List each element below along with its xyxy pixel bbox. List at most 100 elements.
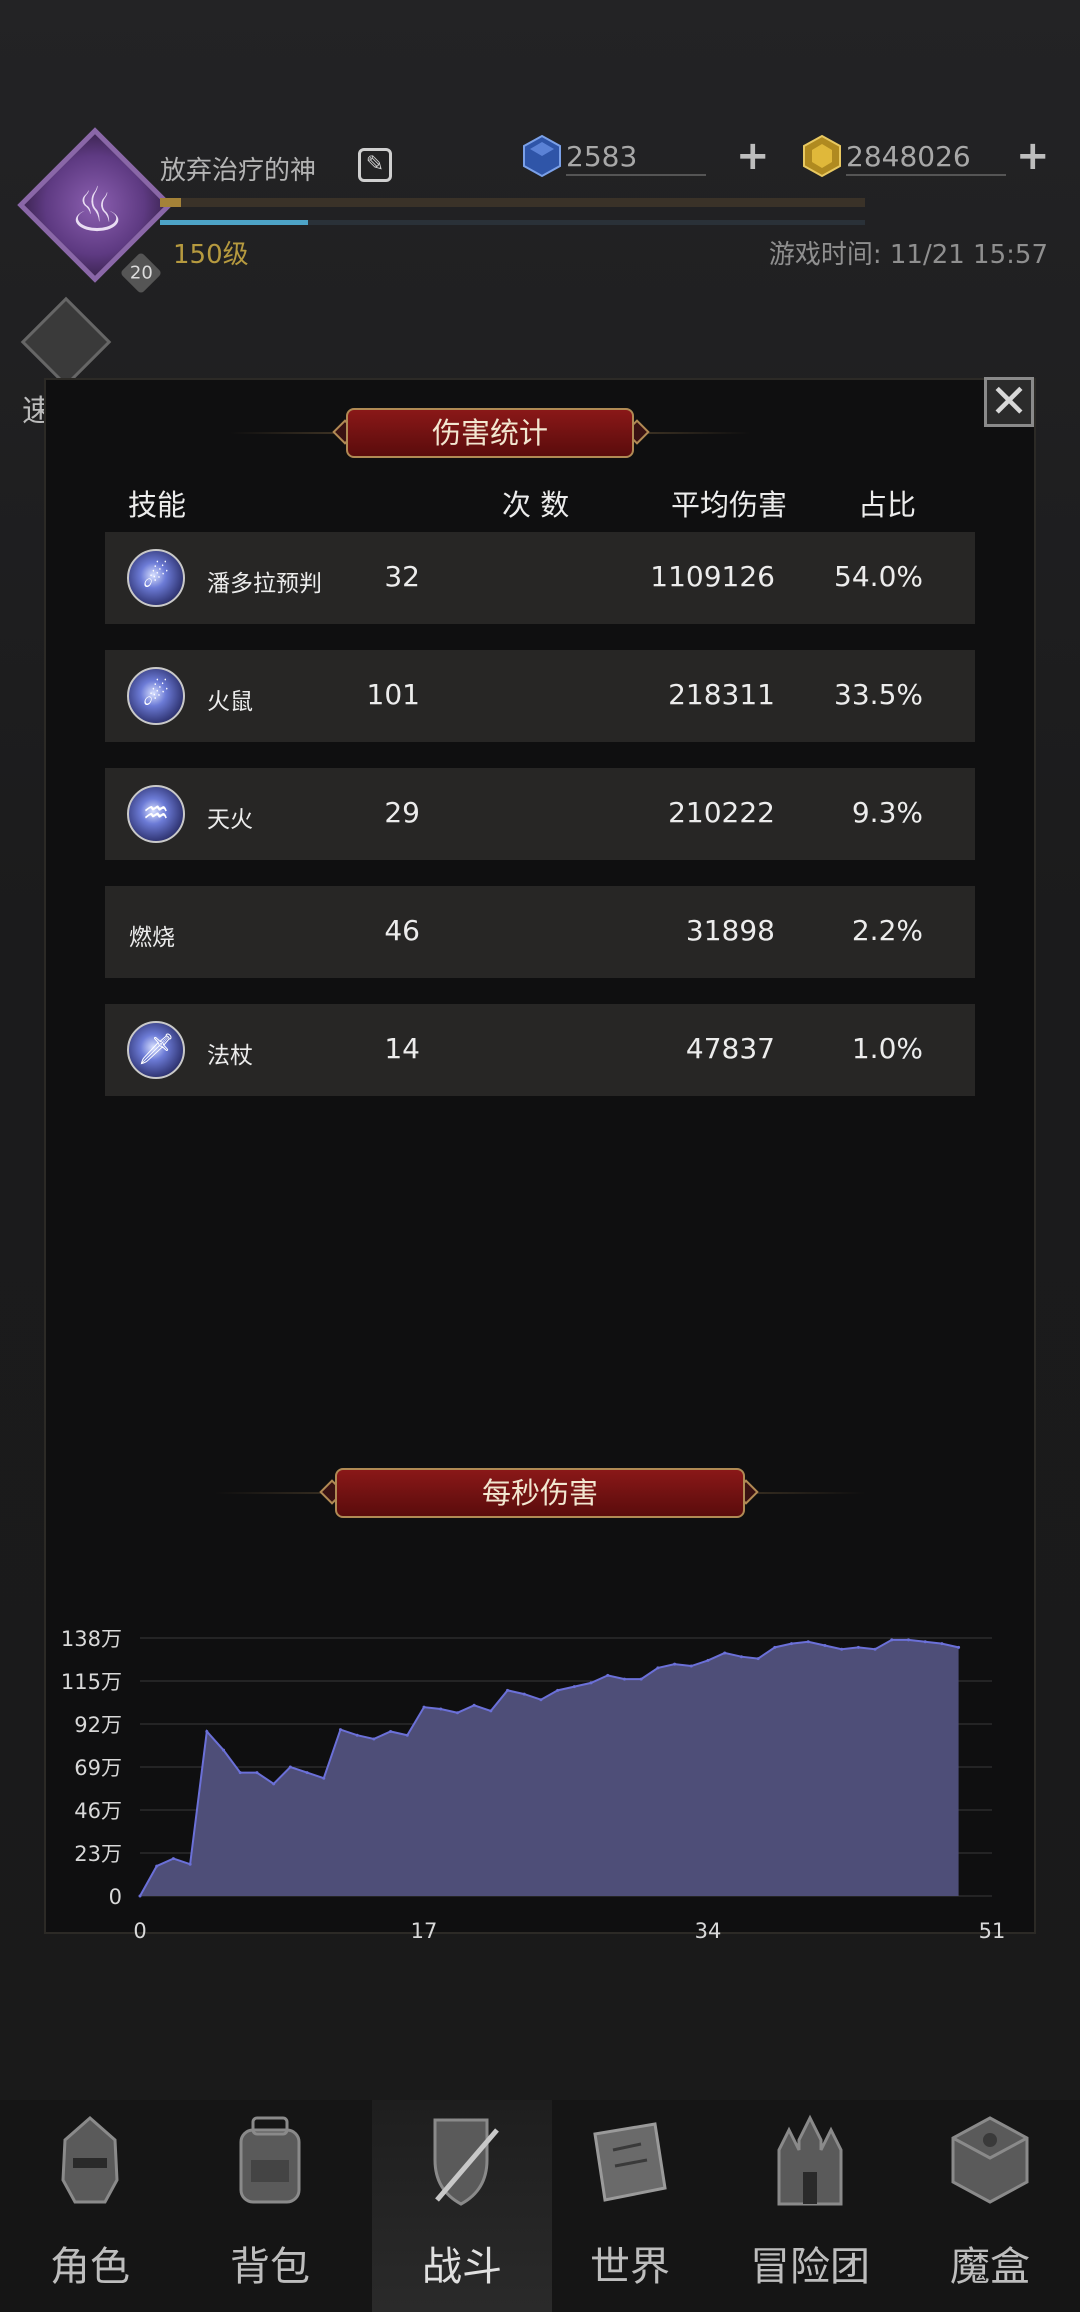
dps-point (305, 1771, 309, 1775)
skill-share: 33.5% (834, 678, 923, 711)
dps-point (622, 1677, 626, 1681)
dps-point (272, 1782, 276, 1786)
dps-chart: 0 23万 46万 69万 92万 115万 138万 0 17 34 51 (40, 1600, 1020, 1950)
xp-bar-fill (160, 198, 182, 207)
fire-orb-icon: ☄ (127, 667, 185, 725)
gold-underline (846, 174, 1006, 176)
y-tick-label: 46万 (74, 1799, 122, 1823)
nav-role[interactable]: 角色 (0, 2100, 180, 2312)
sword-shield-icon (433, 2118, 499, 2206)
table-row[interactable]: ♒ 天火 29 210222 9.3% (105, 768, 975, 860)
table-row[interactable]: ☄ 火鼠 101 218311 33.5% (105, 650, 975, 742)
dps-point (422, 1705, 426, 1709)
nav-label: 背包 (230, 2244, 310, 2290)
nav-backpack[interactable]: 背包 (180, 2100, 360, 2312)
table-row[interactable]: 燃烧 46 31898 2.2% (105, 886, 975, 978)
skill-name: 燃烧 (129, 925, 175, 951)
flame-icon: ♒ (127, 785, 185, 843)
dps-point (372, 1737, 376, 1741)
dps-point (155, 1864, 159, 1868)
nav-magic-box[interactable]: 魔盒 (900, 2100, 1080, 2312)
dps-point (873, 1647, 877, 1651)
edit-name-icon[interactable]: ✎ (358, 148, 392, 182)
nav-label: 角色 (50, 2244, 130, 2290)
gem-count: 2583 (566, 140, 638, 173)
table-row[interactable]: ☄ 潘多拉预判 32 1109126 54.0% (105, 532, 975, 624)
dps-chart-svg: 0 23万 46万 69万 92万 115万 138万 0 17 34 51 (61, 1627, 1006, 1943)
damage-stats-banner: 伤害统计 (230, 408, 750, 458)
header-share: 占比 (858, 488, 917, 522)
dps-point (639, 1677, 643, 1681)
add-gold-button[interactable]: + (1016, 136, 1050, 176)
dps-point (439, 1707, 443, 1711)
blue-gem-icon (523, 134, 561, 178)
dps-point (689, 1664, 693, 1668)
dps-point (673, 1662, 677, 1666)
nav-world[interactable]: 世界 (540, 2100, 720, 2312)
close-button[interactable]: ✕ (984, 377, 1034, 427)
x-tick-label: 51 (979, 1919, 1006, 1943)
dps-point (489, 1709, 493, 1713)
backpack-icon (239, 2116, 301, 2204)
player-level: 150级 (173, 240, 249, 270)
player-name: 放弃治疗的神 (160, 156, 317, 186)
y-tick-label: 115万 (61, 1670, 122, 1694)
gourd-icon: ♨ (69, 173, 125, 246)
dps-point (840, 1647, 844, 1651)
dps-point (389, 1729, 393, 1733)
dps-point (255, 1771, 259, 1775)
dps-point (455, 1711, 459, 1715)
hp-bar-fill (160, 220, 309, 225)
dps-point (656, 1666, 660, 1670)
gold-count: 2848026 (846, 140, 971, 173)
nav-label: 魔盒 (950, 2244, 1030, 2290)
skill-count: 29 (384, 796, 420, 829)
player-header: ♨ 20 放弃治疗的神 ✎ 150级 2583 + 2848026 + 游戏时间… (0, 0, 1080, 300)
header-count: 次 数 (502, 488, 570, 522)
nav-label: 战斗 (422, 2244, 502, 2290)
y-tick-label: 69万 (74, 1756, 122, 1780)
skill-name: 法杖 (207, 1043, 253, 1069)
dps-title: 每秒伤害 (335, 1468, 745, 1518)
dps-point (539, 1698, 543, 1702)
map-scroll-icon (593, 2122, 667, 2202)
y-tick-label: 0 (109, 1885, 122, 1909)
dps-point (589, 1681, 593, 1685)
dps-point (188, 1862, 192, 1866)
skill-count: 32 (384, 560, 420, 593)
fire-orb-icon: ☄ (127, 549, 185, 607)
game-time: 游戏时间: 11/21 15:57 (768, 240, 1048, 270)
cube-icon (951, 2116, 1029, 2204)
dps-point (338, 1728, 342, 1732)
dps-point (572, 1685, 576, 1689)
skill-count: 46 (384, 914, 420, 947)
dps-point (472, 1703, 476, 1707)
dps-area (140, 1639, 959, 1896)
nav-battle[interactable]: 战斗 (372, 2100, 552, 2312)
avatar-badge: 20 (119, 251, 163, 295)
y-tick-label: 138万 (61, 1627, 122, 1651)
dps-point (723, 1651, 727, 1655)
dps-point (606, 1673, 610, 1677)
add-gems-button[interactable]: + (736, 136, 770, 176)
dps-point (355, 1733, 359, 1737)
skill-avg-damage: 1109126 (650, 560, 775, 593)
dps-banner: 每秒伤害 (215, 1468, 865, 1518)
quick-battle-icon (20, 296, 112, 388)
skill-name: 火鼠 (207, 689, 253, 715)
dps-point (790, 1642, 794, 1646)
dps-point (706, 1658, 710, 1662)
nav-adventure-team[interactable]: 冒险团 (720, 2100, 900, 2312)
nav-label: 世界 (590, 2244, 670, 2290)
table-row[interactable]: 🗡 法杖 14 47837 1.0% (105, 1004, 975, 1096)
skill-avg-damage: 47837 (685, 1032, 775, 1065)
hp-bar (160, 220, 865, 225)
skill-avg-damage: 218311 (668, 678, 775, 711)
dps-point (222, 1748, 226, 1752)
damage-stats-title: 伤害统计 (346, 408, 634, 458)
nav-label: 冒险团 (750, 2244, 870, 2290)
bottom-nav: 角色 背包 战斗 世界 冒险团 魔盒 (0, 2100, 1080, 2312)
x-tick-label: 34 (695, 1919, 722, 1943)
xp-bar (160, 198, 865, 207)
dps-point (806, 1640, 810, 1644)
